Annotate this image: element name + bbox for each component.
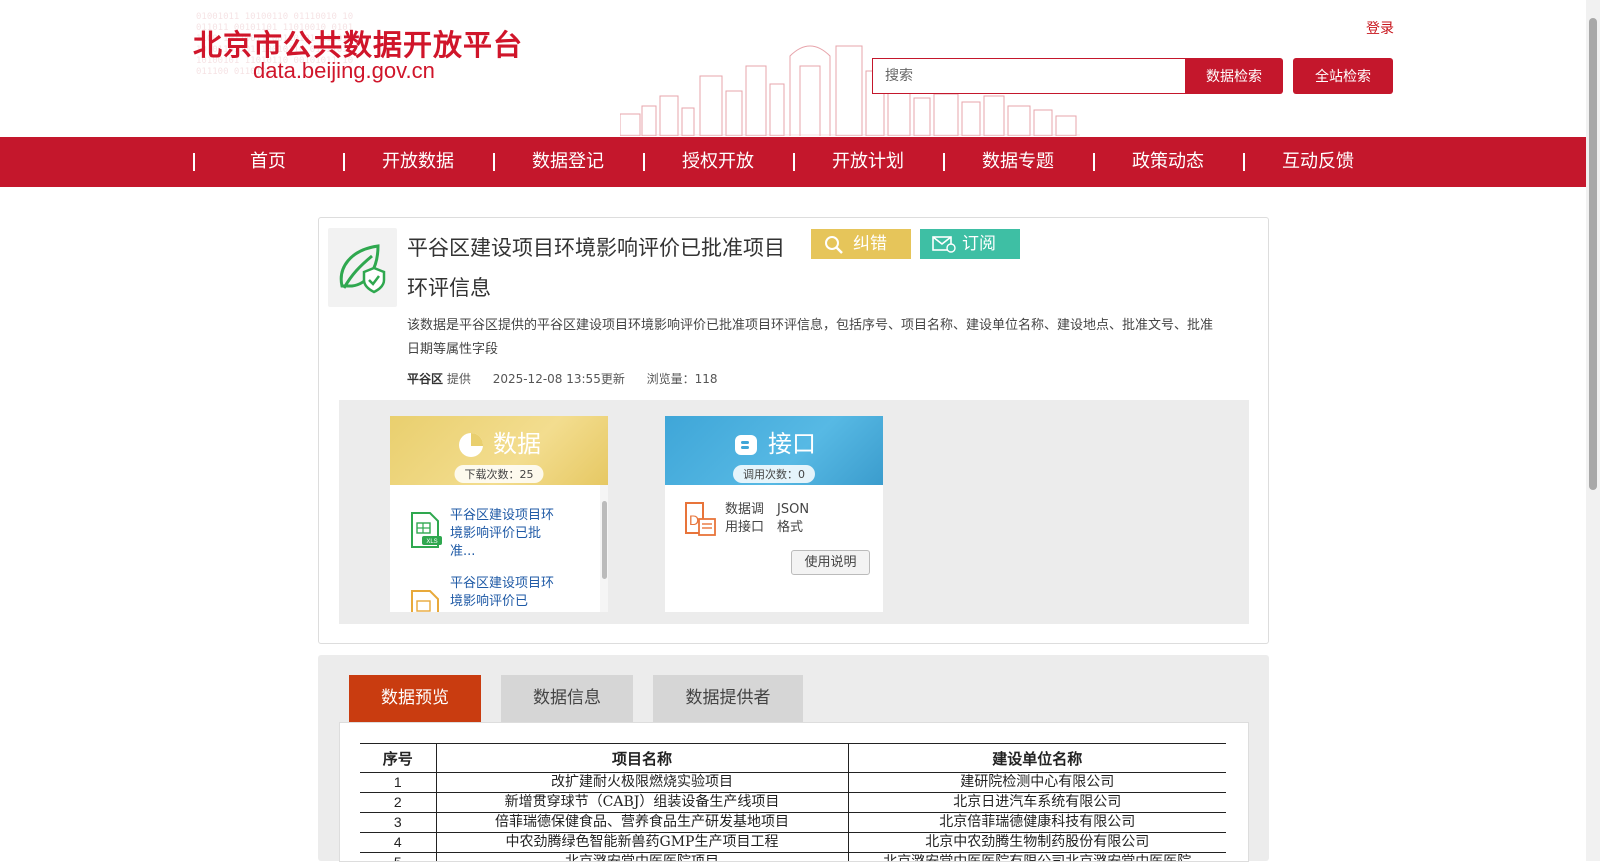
main-nav: 首页 开放数据 数据登记 授权开放 开放计划 数据专题 政策动态 互动反馈 xyxy=(0,137,1586,187)
table-cell: 改扩建耐火极限燃烧实验项目 xyxy=(436,773,848,793)
table-cell: 北京中农劲腾生物制药股份有限公司 xyxy=(848,833,1226,853)
table-cell: 建研院检测中心有限公司 xyxy=(848,773,1226,793)
api-box-title: 接口 xyxy=(768,430,816,458)
nav-item-data-topics[interactable]: 数据专题 xyxy=(943,137,1093,187)
page-scrollbar[interactable] xyxy=(1586,0,1600,861)
data-download-box: 数据 下载次数：25 XLS 平谷区建设项目环境影响评价已批准... xyxy=(390,416,608,612)
site-search-button[interactable]: 全站检索 xyxy=(1293,58,1393,94)
report-error-button[interactable]: 纠错 xyxy=(811,229,911,259)
data-box-title: 数据 xyxy=(493,430,541,458)
site-url: data.beijing.gov.cn xyxy=(253,58,435,84)
update-time: 2025-12-08 13:55更新 xyxy=(493,372,625,386)
subscribe-button[interactable]: 订阅 xyxy=(920,229,1020,259)
search-input[interactable] xyxy=(872,58,1186,94)
api-box: 接口 调用次数：0 D 数据调用接口 JSON格式 使用说明 xyxy=(665,416,883,612)
tab-data-provider[interactable]: 数据提供者 xyxy=(653,675,803,722)
table-cell: 北京日进汽车系统有限公司 xyxy=(848,793,1226,813)
provider-suffix: 提供 xyxy=(447,372,471,386)
magnifier-icon xyxy=(823,234,845,254)
table-cell: 中农劲腾绿色智能新兽药GMP生产项目工程 xyxy=(436,833,848,853)
table-row: 2 新增贯穿球节（CABJ）组装设备生产线项目 北京日进汽车系统有限公司 xyxy=(360,793,1226,813)
file-list: XLS 平谷区建设项目环境影响评价已批准... 平谷区建设项目环境影响评价已 xyxy=(390,485,608,612)
data-box-title-row: 数据 xyxy=(390,424,608,459)
data-box-header: 数据 下载次数：25 xyxy=(390,416,608,485)
nav-item-data-registration[interactable]: 数据登记 xyxy=(493,137,643,187)
page-scroll-thumb[interactable] xyxy=(1589,18,1597,490)
file-name[interactable]: 平谷区建设项目环境影响评价已 xyxy=(450,575,560,611)
table-cell: 新增贯穿球节（CABJ）组装设备生产线项目 xyxy=(436,793,848,813)
nav-item-open-plan[interactable]: 开放计划 xyxy=(793,137,943,187)
tab-data-info[interactable]: 数据信息 xyxy=(501,675,633,722)
nav-item-feedback[interactable]: 互动反馈 xyxy=(1243,137,1393,187)
table-cell: 倍菲瑞德保健食品、营养食品生产研发基地项目 xyxy=(436,813,848,833)
column-header: 建设单位名称 xyxy=(848,744,1226,773)
tab-data-preview[interactable]: 数据预览 xyxy=(349,675,481,722)
resource-panel: 数据 下载次数：25 XLS 平谷区建设项目环境影响评价已批准... xyxy=(339,400,1249,624)
provider-name: 平谷区 xyxy=(407,372,443,386)
dataset-description: 该数据是平谷区提供的平谷区建设项目环境影响评价已批准项目环评信息，包括序号、项目… xyxy=(407,314,1222,362)
table-row: 3 倍菲瑞德保健食品、营养食品生产研发基地项目 北京倍菲瑞德健康科技有限公司 xyxy=(360,813,1226,833)
table-cell: 3 xyxy=(360,813,436,833)
dataset-meta: 平谷区 提供 2025-12-08 13:55更新 浏览量：118 xyxy=(407,370,736,387)
column-header: 项目名称 xyxy=(436,744,848,773)
api-box-title-row: 接口 xyxy=(665,424,883,459)
view-count: 浏览量：118 xyxy=(647,372,718,386)
nav-item-policy-news[interactable]: 政策动态 xyxy=(1093,137,1243,187)
mail-icon xyxy=(932,234,956,254)
report-error-label: 纠错 xyxy=(853,234,887,254)
dataset-title: 平谷区建设项目环境影响评价已批准项目环评信息 xyxy=(407,228,797,308)
download-count: 下载次数：25 xyxy=(455,465,544,483)
table-cell: 4 xyxy=(360,833,436,853)
column-header: 序号 xyxy=(360,744,436,773)
data-preview-pane: 序号 项目名称 建设单位名称 1 改扩建耐火极限燃烧实验项目 建研院检测中心有限… xyxy=(339,722,1249,862)
dataset-category-icon xyxy=(328,228,397,307)
nav-item-authorized-open[interactable]: 授权开放 xyxy=(643,137,793,187)
api-box-header: 接口 调用次数：0 xyxy=(665,416,883,485)
table-row: 4 中农劲腾绿色智能新兽药GMP生产项目工程 北京中农劲腾生物制药股份有限公司 xyxy=(360,833,1226,853)
api-icon xyxy=(732,431,760,459)
provider-info: 平谷区 提供 xyxy=(407,372,471,386)
data-search-button[interactable]: 数据检索 xyxy=(1185,58,1283,94)
api-type: 数据调用接口 xyxy=(725,501,770,537)
csv-file-icon xyxy=(408,589,444,612)
file-item[interactable]: 平谷区建设项目环境影响评价已 xyxy=(390,575,600,612)
subscribe-label: 订阅 xyxy=(962,234,996,254)
login-link[interactable]: 登录 xyxy=(1366,18,1394,38)
file-item[interactable]: XLS 平谷区建设项目环境影响评价已批准... xyxy=(390,495,600,575)
pie-chart-icon xyxy=(457,431,485,459)
usage-instructions-button[interactable]: 使用说明 xyxy=(791,550,870,575)
table-row: 1 改扩建耐火极限燃烧实验项目 建研院检测中心有限公司 xyxy=(360,773,1226,793)
svg-text:XLS: XLS xyxy=(426,539,437,545)
api-format: JSON格式 xyxy=(777,501,822,537)
table-cell: 2 xyxy=(360,793,436,813)
file-list-scroll-thumb[interactable] xyxy=(602,501,607,579)
table-header-row: 序号 项目名称 建设单位名称 xyxy=(360,744,1226,773)
table-cell: 北京倍菲瑞德健康科技有限公司 xyxy=(848,813,1226,833)
api-document-icon: D xyxy=(683,501,719,537)
xls-file-icon: XLS xyxy=(408,511,444,549)
data-detail-section: 数据预览 数据信息 数据提供者 序号 项目名称 建设单位名称 1 改扩建耐火极限… xyxy=(318,655,1269,861)
nav-item-open-data[interactable]: 开放数据 xyxy=(343,137,493,187)
nav-item-home[interactable]: 首页 xyxy=(193,137,343,187)
table-cell: 1 xyxy=(360,773,436,793)
svg-text:D: D xyxy=(689,512,699,528)
dataset-card: 平谷区建设项目环境影响评价已批准项目环评信息 纠错 订阅 该数据是平谷区提供的平… xyxy=(318,217,1269,644)
call-count: 调用次数：0 xyxy=(733,465,815,483)
preview-table: 序号 项目名称 建设单位名称 1 改扩建耐火极限燃烧实验项目 建研院检测中心有限… xyxy=(360,743,1226,862)
site-header: 01001011 10100110 01110010 10011011 0010… xyxy=(0,0,1586,137)
file-name[interactable]: 平谷区建设项目环境影响评价已批准... xyxy=(450,507,560,561)
